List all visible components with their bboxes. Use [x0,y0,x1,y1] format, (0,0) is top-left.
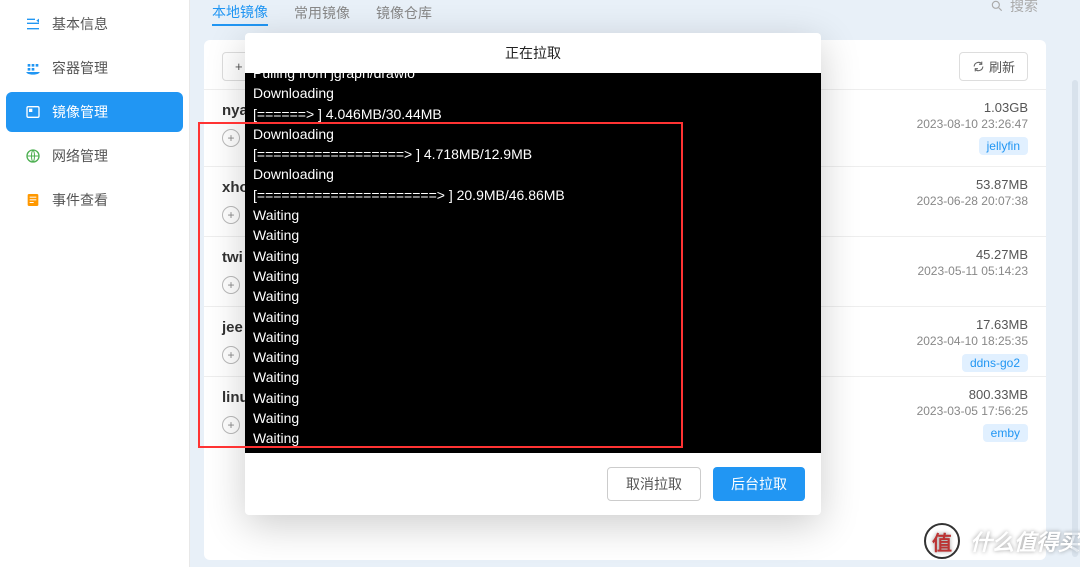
terminal-line: Waiting [253,266,813,286]
pull-modal: 正在拉取 Pulling from jgraph/drawioDownloadi… [245,33,821,515]
terminal-line: Waiting [253,205,813,225]
terminal-line: [======================> ] 20.9MB/46.86M… [253,185,813,205]
watermark: 值 什么值得买 [924,523,1080,559]
terminal-line: [==================> ] 4.718MB/12.9MB [253,144,813,164]
terminal-line: Waiting [253,327,813,347]
terminal-line: Downloading [253,164,813,184]
terminal-output: Pulling from jgraph/drawioDownloading[==… [245,73,821,453]
terminal-line: Waiting [253,225,813,245]
terminal-line: Waiting [253,286,813,306]
modal-footer: 取消拉取 后台拉取 [245,453,821,515]
terminal-line: Waiting [253,367,813,387]
terminal-line: Downloading [253,124,813,144]
modal-title: 正在拉取 [245,33,821,73]
terminal-line: Waiting [253,428,813,448]
terminal-line: Waiting [253,408,813,428]
terminal-line: [======> ] 4.046MB/30.44MB [253,104,813,124]
scrollbar[interactable] [1072,80,1078,557]
watermark-text: 什么值得买 [970,525,1080,557]
background-pull-button[interactable]: 后台拉取 [713,467,805,501]
terminal-line: Waiting [253,246,813,266]
terminal-line: Waiting [253,347,813,367]
terminal-line: Downloading [253,83,813,103]
cancel-pull-button[interactable]: 取消拉取 [607,467,701,501]
terminal-line: Waiting [253,307,813,327]
terminal-line: Waiting [253,388,813,408]
watermark-badge: 值 [924,523,960,559]
terminal-line: Pulling from jgraph/drawio [253,73,813,83]
